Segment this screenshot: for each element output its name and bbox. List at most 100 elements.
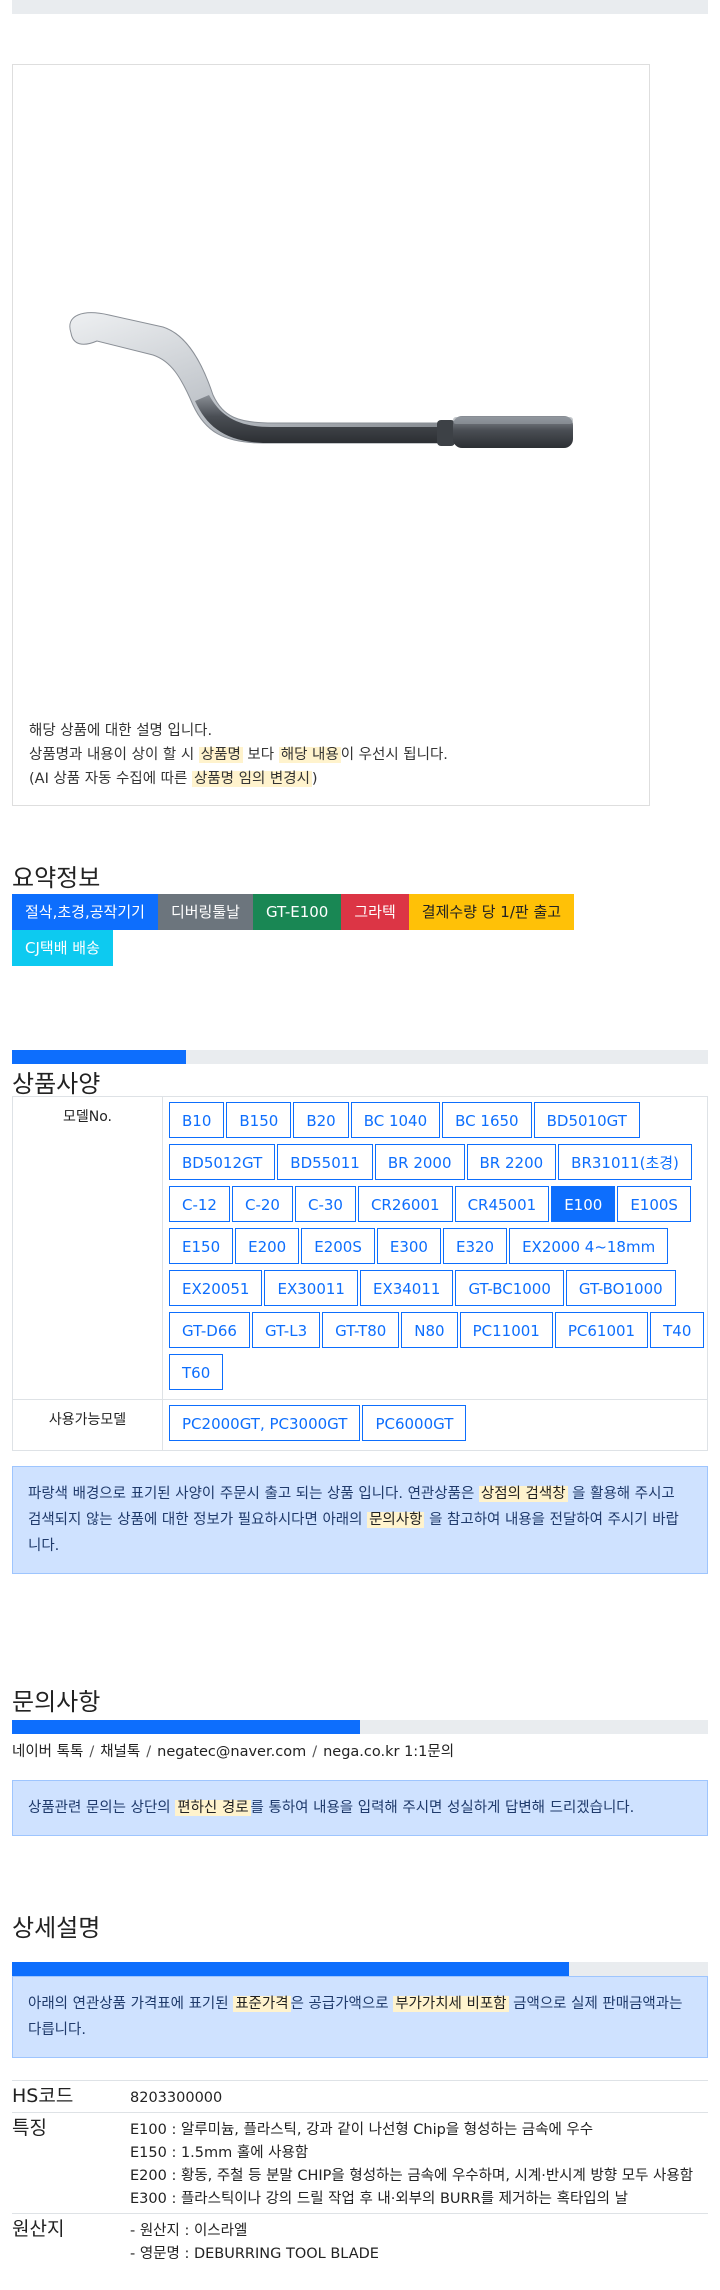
disclaimer-text: 보다 (242, 747, 279, 763)
contact-link[interactable]: 네이버 톡톡 (12, 1744, 83, 1760)
compatible-model-button[interactable]: PC6000GT (362, 1405, 467, 1441)
disclaimer-text: (AI 상품 자동 수집에 따른 (29, 771, 192, 787)
model-option-button[interactable]: GT-BO1000 (565, 1270, 676, 1306)
model-option-button[interactable]: B150 (226, 1102, 292, 1138)
model-option-button[interactable]: N80 (401, 1312, 458, 1348)
model-options: B10 B150 B20 BC 1040 BC 1650 BD5010GT BD5012GT… (163, 1097, 707, 1399)
detail-table: HS코드 8203300000 특징 E100 : 알루미늄, 플라스틱, 강과 같이… (12, 2080, 708, 2268)
model-option-button[interactable]: PC11001 (459, 1312, 553, 1348)
model-option-button[interactable]: T60 (169, 1354, 224, 1390)
summary-badge: GT-E100 (252, 894, 342, 930)
model-option-button[interactable]: B20 (293, 1102, 349, 1138)
detail-row: HS코드 8203300000 (12, 2080, 708, 2113)
summary-badge: CJ택배 배송 (12, 930, 113, 966)
highlight-content: 해당 내용 (278, 747, 341, 763)
top-divider-bar (12, 0, 708, 14)
model-option-button[interactable]: GT-L3 (251, 1312, 321, 1348)
model-option-button[interactable]: BD55011 (277, 1144, 373, 1180)
detail-line: - 원산지 : 이스라엘 (130, 2223, 248, 2239)
notice-text: 은 공급가액으로 (290, 1996, 394, 2012)
contact-links: 네이버 톡톡 / 채널톡 / negatec@naver.com / nega.co.kr … (12, 1740, 454, 1761)
model-option-button[interactable]: BD5012GT (169, 1144, 276, 1180)
notice-text: 아래의 연관상품 가격표에 표기된 (28, 1996, 234, 2012)
disclaimer-text: ) (311, 771, 318, 787)
detail-value: E100 : 알루미늄, 플라스틱, 강과 같이 나선형 Chip을 형성하는 … (130, 2112, 708, 2214)
compatible-label: 사용가능모델 (13, 1400, 163, 1450)
model-option-button[interactable]: E150 (169, 1228, 234, 1264)
disclaimer-line-1: 해당 상품에 대한 설명 입니다. (29, 723, 213, 739)
spec-row-model: 모델No. B10 B150 B20 BC 1040 BC 1650 BD5010GT BD… (13, 1097, 707, 1400)
disclaimer-text: 상품명과 내용이 상이 할 시 (29, 747, 199, 763)
spec-row-compatible: 사용가능모델 PC2000GT, PC3000GT PC6000GT (13, 1400, 707, 1450)
detail-row: 특징 E100 : 알루미늄, 플라스틱, 강과 같이 나선형 Chip을 형성하… (12, 2112, 708, 2214)
model-option-button[interactable]: E320 (442, 1228, 508, 1264)
model-option-button[interactable]: EX20051 (169, 1270, 263, 1306)
detail-key: 특징 (12, 2112, 130, 2214)
model-option-button[interactable]: CR45001 (454, 1186, 550, 1222)
spec-progress-bar (12, 1050, 708, 1064)
disclaimer-line-2: 상품명과 내용이 상이 할 시 상품명 보다 해당 내용 이 우선시 됩니다. (29, 743, 448, 767)
disclaimer-line-3: (AI 상품 자동 수집에 따른 상품명 임의 변경시) (29, 767, 448, 791)
model-option-button[interactable]: GT-BC1000 (455, 1270, 564, 1306)
compatible-options: PC2000GT, PC3000GT PC6000GT (163, 1400, 707, 1450)
summary-badge: 결제수량 당 1/판 출고 (408, 894, 575, 930)
model-option-button[interactable]: E100 (551, 1186, 616, 1222)
model-option-button[interactable]: CR26001 (357, 1186, 453, 1222)
contact-link[interactable]: negatec@naver.com (157, 1744, 306, 1760)
spec-progress-fill (12, 1050, 186, 1064)
detail-progress-bar (12, 1962, 708, 1976)
compatible-model-button[interactable]: PC2000GT, PC3000GT (169, 1405, 361, 1441)
model-option-button[interactable]: EX2000 4~18mm (509, 1228, 669, 1264)
model-option-button[interactable]: EX30011 (264, 1270, 358, 1306)
model-option-button[interactable]: C-12 (169, 1186, 230, 1222)
contact-link[interactable]: 채널톡 (100, 1744, 140, 1760)
detail-line: 8203300000 (130, 2090, 223, 2106)
model-option-button[interactable]: B10 (169, 1102, 225, 1138)
notice-text: 파랑색 배경으로 표기된 사양이 주문시 출고 되는 상품 입니다. 연관상품은 (28, 1486, 479, 1502)
spec-table: 모델No. B10 B150 B20 BC 1040 BC 1650 BD5010GT BD… (12, 1096, 708, 1451)
model-option-button[interactable]: BC 1040 (350, 1102, 441, 1138)
model-option-button[interactable]: GT-D66 (169, 1312, 250, 1348)
model-option-button[interactable]: PC61001 (554, 1312, 649, 1348)
highlight-standard-price: 표준가격 (233, 1996, 291, 2012)
model-option-button[interactable]: BD5010GT (533, 1102, 640, 1138)
model-option-button[interactable]: BR 2200 (466, 1144, 557, 1180)
detail-line: E300 : 플라스틱이나 강의 드릴 작업 후 내·외부의 BURR를 제거하… (130, 2191, 628, 2207)
deburring-blade-image (69, 312, 573, 448)
contact-separator: / (89, 1744, 95, 1760)
model-option-button[interactable]: C-20 (231, 1186, 293, 1222)
detail-line: E100 : 알루미늄, 플라스틱, 강과 같이 나선형 Chip을 형성하는 … (130, 2122, 594, 2138)
model-option-button[interactable]: BR31011(초경) (558, 1144, 692, 1180)
notice-text: 상품관련 문의는 상단의 (28, 1800, 176, 1816)
contact-link[interactable]: nega.co.kr 1:1문의 (323, 1744, 454, 1760)
summary-badges: 절삭,초경,공작기기 디버링툴날 GT-E100 그라텍 결제수량 당 1/판 출고 CJ… (12, 894, 612, 966)
detail-line: E200 : 황동, 주철 등 분말 CHIP을 형성하는 금속에 우수하며, … (130, 2168, 694, 2184)
product-disclaimer: 해당 상품에 대한 설명 입니다. 상품명과 내용이 상이 할 시 상품명 보다… (29, 719, 448, 791)
summary-badge: 그라텍 (341, 894, 409, 930)
model-option-button[interactable]: GT-T80 (322, 1312, 400, 1348)
model-option-button[interactable]: C-30 (294, 1186, 356, 1222)
model-option-button[interactable]: E200 (235, 1228, 300, 1264)
model-option-button[interactable]: BR 2000 (374, 1144, 465, 1180)
model-option-button[interactable]: E300 (376, 1228, 441, 1264)
inquiry-progress-fill (12, 1720, 360, 1734)
summary-badge: 디버링툴날 (157, 894, 253, 930)
contact-separator: / (312, 1744, 318, 1760)
model-option-button[interactable]: EX34011 (359, 1270, 454, 1306)
model-option-button[interactable]: T40 (650, 1312, 705, 1348)
highlight-route: 편하신 경로 (175, 1800, 251, 1816)
product-image-panel: 해당 상품에 대한 설명 입니다. 상품명과 내용이 상이 할 시 상품명 보다… (12, 64, 650, 806)
model-option-button[interactable]: E100S (617, 1186, 691, 1222)
notice-text: 를 통하여 내용을 입력해 주시면 성실하게 답변해 드리겠습니다. (250, 1800, 635, 1816)
model-option-button[interactable]: E200S (301, 1228, 375, 1264)
inquiry-progress-bar (12, 1720, 708, 1734)
detail-line: E150 : 1.5mm 홀에 사용함 (130, 2145, 309, 2161)
detail-row: 원산지 - 원산지 : 이스라엘 - 영문명 : DEBURRING TOOL BL… (12, 2213, 708, 2268)
detail-key: 원산지 (12, 2213, 130, 2268)
detail-line: - 영문명 : DEBURRING TOOL BLADE (130, 2246, 379, 2262)
spec-title: 상품사양 (12, 1070, 101, 1098)
highlight-name-change: 상품명 임의 변경시 (191, 771, 312, 787)
detail-key: HS코드 (12, 2080, 130, 2113)
model-option-button[interactable]: BC 1650 (442, 1102, 532, 1138)
highlight-inquiry: 문의사항 (367, 1512, 425, 1528)
